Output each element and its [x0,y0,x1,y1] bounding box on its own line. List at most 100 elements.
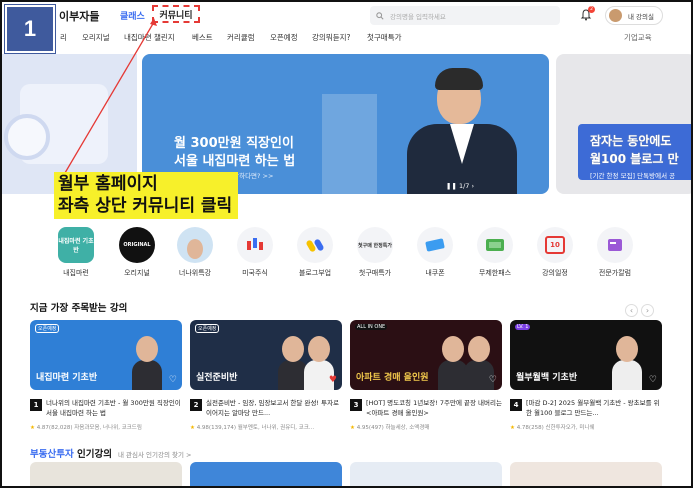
search-placeholder: 강의명을 입력하세요 [390,12,446,21]
course-card-preview[interactable] [350,462,502,486]
nav-community[interactable]: 커뮤니티 [152,5,200,23]
heart-icon[interactable]: ♥ [329,375,337,385]
course-card[interactable]: ALL IN ONE 아파트 경매 올인원 ♡ 3 [HOT] 명도코칭 1년보… [350,320,502,431]
category-row: 내집마련 기초반 내집마련 ORIGINAL 오리지널 너나위특강 미국주식 블… [2,227,691,282]
course-card-preview[interactable] [510,462,662,486]
subnav-item[interactable]: 첫구매특가 [367,32,402,43]
category-item[interactable]: 무제한패스 [470,227,520,278]
thumbnail-title: 아파트 경매 올인원 [356,373,429,383]
course-meta: ★ 4.95(497) 하늘세상, 소액경매 [350,423,502,431]
section2-title: 인기강의 [73,449,112,460]
section2-topic[interactable]: 부동산투자 [30,449,74,460]
category-item[interactable]: 블로그부업 [290,227,340,278]
category-item[interactable]: 전문가칼럼 [590,227,640,278]
course-rating: 4.98(139,174) 월부멘토, 너나위, 권유디, 코크... [196,425,315,431]
course-meta: ★ 4.98(139,174) 월부멘토, 너나위, 권유디, 코크... [190,423,342,431]
category-label: 오리지널 [124,269,150,277]
course-tag: 오픈예정 [195,324,220,333]
pager-count: 1/7 [458,182,470,190]
subnav-item[interactable]: 오픈예정 [270,32,298,43]
course-thumbnail: 오픈예정 실전준비반 ♥ [190,320,342,390]
category-label: 무제한패스 [478,269,512,277]
course-rating: 4.95(497) 하늘세상, 소액경매 [356,425,430,431]
category-item[interactable]: 10 강의일정 [530,227,580,278]
annotation-callout: 월부 홈페이지 좌측 상단 커뮤니티 클릭 [54,172,239,219]
next-icon[interactable]: › [472,182,475,190]
section-title-trending: 지금 가장 주목받는 강의 [30,303,128,314]
category-label: 강의일정 [542,269,568,277]
my-classroom-button[interactable]: 내 강의실 [605,6,663,25]
first-purchase-icon: 첫구매 한정특가 [357,227,393,263]
section2-link[interactable]: 내 관심사 인기강의 찾기 > [118,451,192,459]
category-label: 미국주식 [242,269,268,277]
heart-icon[interactable]: ♡ [649,375,657,385]
star-icon: ★ [510,425,515,431]
course-card[interactable]: 오픈예정 내집마련 기초반 ♡ 1 너나위의 내집마련 기초반 - 월 300만… [30,320,182,431]
subnav-item[interactable]: 오리지널 [82,32,110,43]
calendar-icon: 10 [537,227,573,263]
hero-title-line2: 서울 내집마련 하는 법 [174,154,296,169]
category-item[interactable]: ORIGINAL 오리지널 [112,227,162,278]
subnav-item[interactable]: 내집마련 챌린지 [124,32,175,43]
category-item[interactable]: 너나위특강 [170,227,220,278]
course-card[interactable]: LV. 1 월부월백 기초반 ♡ 4 [마감 D-2] 2025 월부월백 기초… [510,320,662,431]
course-thumbnail: ALL IN ONE 아파트 경매 올인원 ♡ [350,320,502,390]
course-rating: 4.78(258) 신한투자오가, 미니쉐 [516,425,595,431]
annotation-line2: 좌측 상단 커뮤니티 클릭 [58,196,233,216]
heart-icon[interactable]: ♡ [489,375,497,385]
course-title: 실전준비반 - 임장, 임장보고서 한달 완성! 투자로 이어지는 알마당 만드… [206,399,340,417]
carousel-arrows: ‹ › [622,298,662,317]
course-card-preview[interactable] [190,462,342,486]
course-card-preview[interactable] [30,462,182,486]
subnav-item[interactable]: 커리큘럼 [227,32,255,43]
sub-navigation: 리 오리지널 내집마련 챌린지 베스트 커리큘럼 오픈예정 강의뭐듣지? 첫구매… [2,30,691,46]
thumbnail-title: 월부월백 기초반 [516,373,578,383]
course-title: [마감 D-2] 2025 월부월백 기초반 - 왕초보를 위한 월100 블로… [526,399,660,417]
hero-banner-next[interactable]: 잠자는 동안에도 월100 블로그 만 [기간 한정 모집] 단톡방에서 공 [556,54,691,194]
category-label: 첫구매특가 [358,269,392,277]
rank-badge: 2 [190,399,202,411]
course-meta: ★ 4.87(82,028) 자음과모음, 너나위, 코크드림 [30,423,182,431]
star-icon: ★ [350,425,355,431]
home-course-icon: 내집마련 기초반 [58,227,94,263]
hero-right-subtitle: [기간 한정 모집] 단톡방에서 공 [590,172,676,180]
thumbnail-title: 실전준비반 [196,373,238,383]
category-item[interactable]: 내집마련 기초반 내집마련 [51,227,101,278]
hero-pager[interactable]: ❚❚ 1/7 › [446,182,474,190]
avatar [609,9,622,22]
subnav-item[interactable]: 강의뭐듣지? [312,32,350,43]
stock-chart-icon [237,227,273,263]
course-title: [HOT] 명도코칭 1년보장! 7주만에 끝장 내버리는 <아파트 경매 올인… [366,399,502,417]
course-rating: 4.87(82,028) 자음과모음, 너나위, 코크드림 [36,425,142,431]
instructor-photo [598,330,654,390]
site-logo[interactable]: 이부자들 [59,8,99,24]
subnav-item[interactable]: 리 [60,32,67,43]
subnav-item[interactable]: 베스트 [192,32,213,43]
course-meta: ★ 4.78(258) 신한투자오가, 미니쉐 [510,423,662,431]
rank-badge: 4 [510,399,522,411]
category-label: 전문가칼럼 [598,269,632,277]
annotation-line1: 월부 홈페이지 [58,174,158,194]
rank-badge: 3 [350,399,362,411]
category-label: 내쿠폰 [425,269,445,277]
category-item[interactable]: 내쿠폰 [410,227,460,278]
calendar-day: 10 [545,236,565,254]
chevron-right-icon[interactable]: › [641,304,654,317]
course-card[interactable]: 오픈예정 실전준비반 ♥ 2 실전준비반 - 임장, 임장보고서 한달 완성! … [190,320,342,431]
subnav-enterprise[interactable]: 기업교육 [624,32,652,43]
instructor-photo [407,68,517,194]
instructor-photo [438,330,494,390]
column-icon [597,227,633,263]
category-item[interactable]: 첫구매 한정특가 첫구매특가 [350,227,400,278]
star-icon: ★ [30,425,35,431]
category-label: 블로그부업 [298,269,332,277]
category-item[interactable]: 미국주식 [230,227,280,278]
chevron-left-icon[interactable]: ‹ [625,304,638,317]
user-label: 내 강의실 [628,12,654,21]
category-label: 너나위특강 [178,269,212,277]
search-input[interactable]: 강의명을 입력하세요 [370,6,560,25]
heart-icon[interactable]: ♡ [169,375,177,385]
pause-icon[interactable]: ❚❚ [446,182,457,190]
nav-class[interactable]: 클래스 [120,9,145,22]
course-thumbnail: 오픈예정 내집마련 기초반 ♡ [30,320,182,390]
